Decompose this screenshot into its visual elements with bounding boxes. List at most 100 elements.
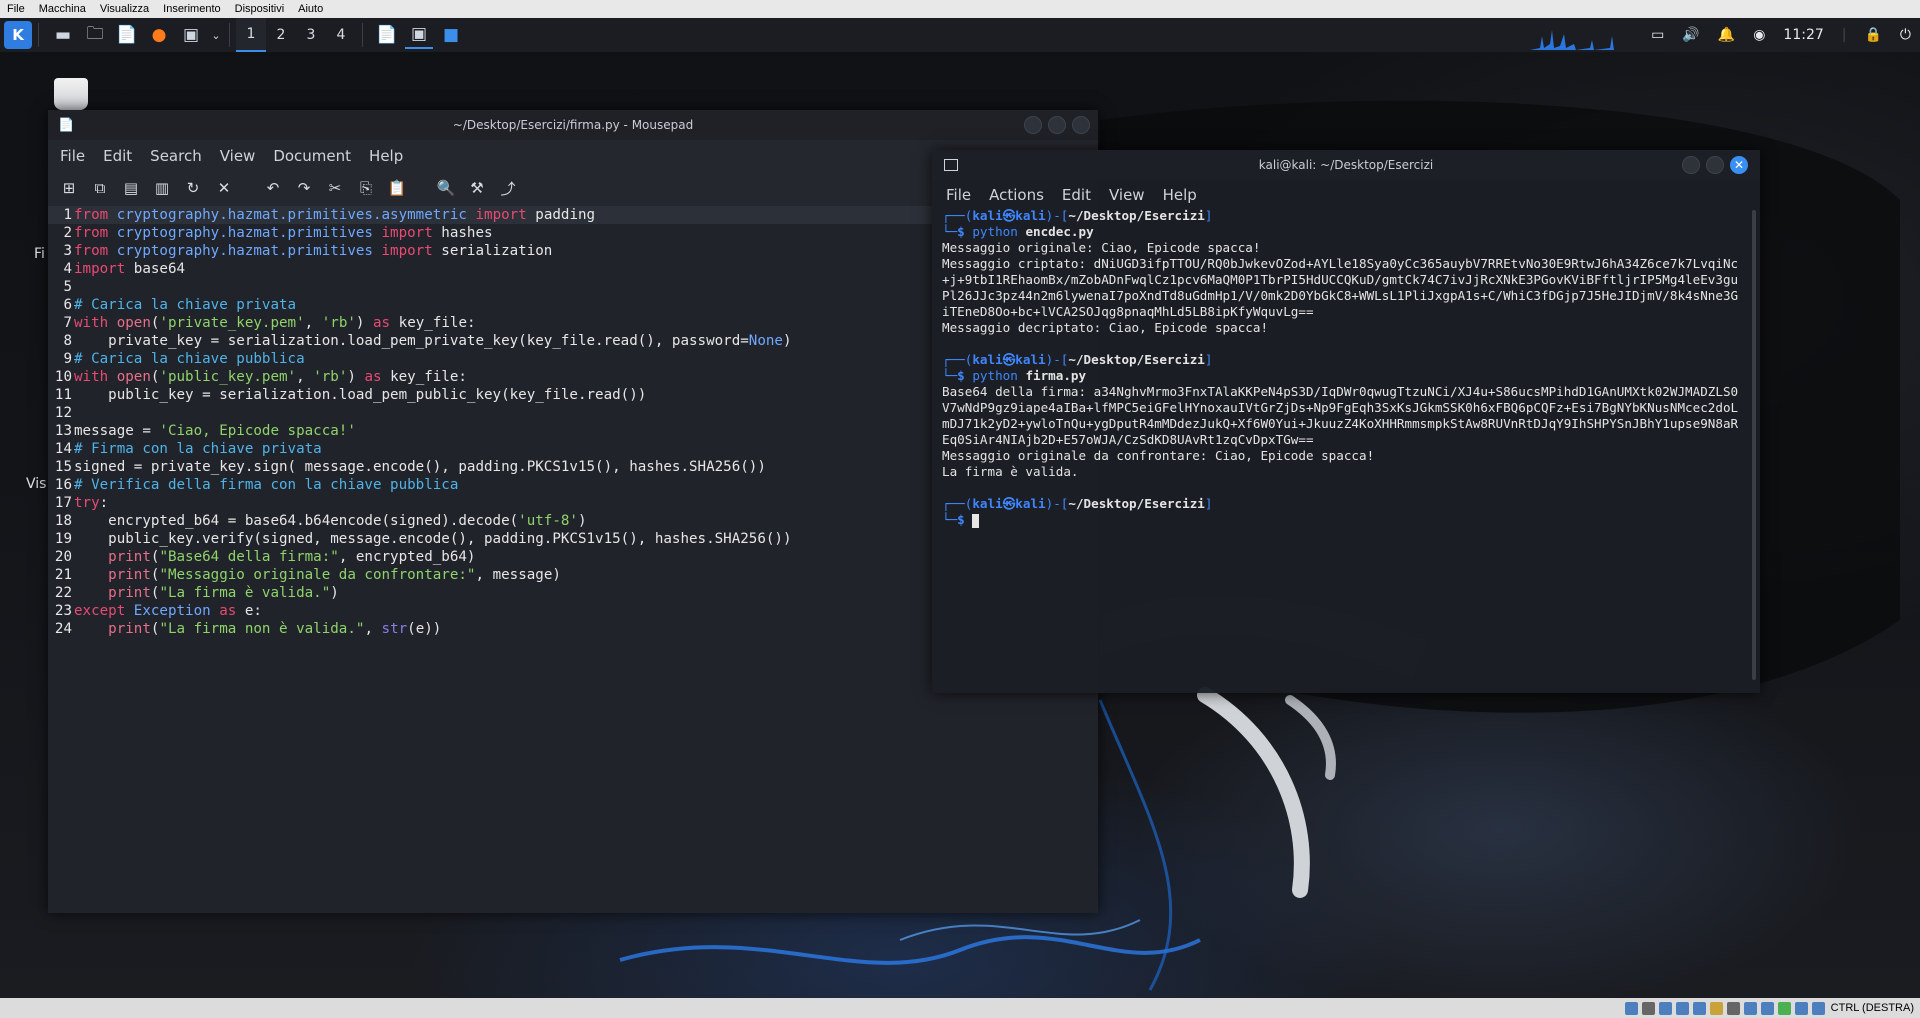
line-number: 13 <box>54 423 72 439</box>
paste-icon[interactable]: 📋 <box>386 177 408 199</box>
file-manager-icon[interactable]: 🗀 <box>81 21 109 49</box>
code-text: private_key = serialization.load_pem_pri… <box>74 333 792 349</box>
terminal-titlebar[interactable]: kali@kali: ~/Desktop/Esercizi ✕ <box>932 150 1760 180</box>
mouse-integration-icon[interactable] <box>1794 1001 1808 1015</box>
maximize-button[interactable] <box>1048 116 1066 134</box>
vbox-menu-visualizza[interactable]: Visualizza <box>93 0 156 18</box>
vbox-menu-inserimento[interactable]: Inserimento <box>156 0 227 18</box>
reload-icon[interactable]: ↻ <box>182 177 204 199</box>
command-line: └─$ <box>942 512 1744 528</box>
display-icon[interactable] <box>1726 1001 1740 1015</box>
text-editor-icon[interactable]: 📄 <box>113 21 141 49</box>
code-text: print("Messaggio originale da confrontar… <box>108 567 561 583</box>
hdd-icon[interactable] <box>1624 1001 1638 1015</box>
audio-icon[interactable] <box>1658 1001 1672 1015</box>
shared-folder-icon[interactable] <box>1709 1001 1723 1015</box>
minimize-button[interactable] <box>1682 156 1700 174</box>
terminal-output[interactable]: ┌──(kali㉿kali)-[~/Desktop/Esercizi] └─$ … <box>942 208 1744 528</box>
optical-drive-icon[interactable] <box>1641 1001 1655 1015</box>
code-text: public_key.verify(signed, message.encode… <box>74 531 792 547</box>
desktop-icon-label[interactable]: Vis <box>26 476 46 492</box>
kali-menu-button[interactable]: K <box>4 21 32 49</box>
menu-file[interactable]: File <box>60 147 85 165</box>
code-text: from cryptography.hazmat.primitives impo… <box>74 243 553 259</box>
keyboard-icon[interactable] <box>1811 1001 1825 1015</box>
lock-icon[interactable]: 🔒 <box>1864 27 1881 43</box>
menu-help[interactable]: Help <box>369 147 403 165</box>
line-number: 10 <box>54 369 72 385</box>
go-to-line-icon[interactable]: ⤴ <box>497 177 519 199</box>
menu-actions[interactable]: Actions <box>989 186 1044 204</box>
close-button[interactable]: ✕ <box>1730 156 1748 174</box>
terminal-window: kali@kali: ~/Desktop/Esercizi ✕ File Act… <box>932 150 1760 693</box>
save-icon[interactable]: ▤ <box>120 177 142 199</box>
vbox-menu-file[interactable]: File <box>0 0 32 18</box>
chevron-down-icon[interactable]: ⌄ <box>209 21 223 49</box>
code-text: # Carica la chiave privata <box>74 297 297 313</box>
undo-icon[interactable]: ↶ <box>262 177 284 199</box>
find-replace-icon[interactable]: ⚒ <box>466 177 488 199</box>
menu-edit[interactable]: Edit <box>1062 186 1091 204</box>
workspace-3[interactable]: 3 <box>296 18 326 52</box>
menu-view[interactable]: View <box>220 147 256 165</box>
new-document-icon[interactable]: ⊞ <box>58 177 80 199</box>
cut-icon[interactable]: ✂ <box>324 177 346 199</box>
menu-file[interactable]: File <box>946 186 971 204</box>
save-as-icon[interactable]: ▥ <box>151 177 173 199</box>
notification-bell-icon[interactable]: 🔔 <box>1718 27 1735 43</box>
workspace-4[interactable]: 4 <box>326 18 356 52</box>
volume-icon[interactable]: 🔊 <box>1682 27 1699 43</box>
output-line: Messaggio criptato: dNiUGD3ifpTTOU/RQ0bJ… <box>942 256 1739 319</box>
code-text: with open('public_key.pem', 'rb') as key… <box>74 369 467 385</box>
new-window-icon[interactable]: ⧉ <box>89 177 111 199</box>
menu-help[interactable]: Help <box>1163 186 1197 204</box>
desktop-icon-label[interactable]: Fi <box>34 246 45 262</box>
line-number: 18 <box>54 513 72 529</box>
vbox-menu-dispositivi[interactable]: Dispositivi <box>228 0 292 18</box>
copy-icon[interactable]: ⎘ <box>355 177 377 199</box>
workspace-2[interactable]: 2 <box>266 18 296 52</box>
panel-separator <box>229 23 230 47</box>
terminal-title: kali@kali: ~/Desktop/Esercizi <box>1258 158 1434 172</box>
command-line: └─$ python firma.py <box>942 368 1087 383</box>
menu-search[interactable]: Search <box>150 147 202 165</box>
network-icon[interactable] <box>1675 1001 1689 1015</box>
terminal-menubar: File Actions Edit View Help <box>932 180 1760 210</box>
usb-icon[interactable] <box>1692 1001 1706 1015</box>
power-icon[interactable]: ⏻ <box>1900 27 1911 43</box>
search-icon[interactable]: 🔍 <box>435 177 457 199</box>
line-number: 1 <box>63 207 72 223</box>
clock[interactable]: 11:27 <box>1783 27 1823 43</box>
vbox-menu-aiuto[interactable]: Aiuto <box>291 0 330 18</box>
show-desktop-icon[interactable]: ▬ <box>49 21 77 49</box>
menu-document[interactable]: Document <box>273 147 351 165</box>
close-document-icon[interactable]: ✕ <box>213 177 235 199</box>
workspace-1[interactable]: 1 <box>236 18 266 52</box>
code-text: from cryptography.hazmat.primitives.asym… <box>74 207 596 223</box>
taskbar-folder-icon[interactable]: ■ <box>437 21 465 49</box>
firefox-icon[interactable]: ● <box>145 21 173 49</box>
menu-view[interactable]: View <box>1109 186 1145 204</box>
line-number: 12 <box>54 405 72 421</box>
cpu-icon[interactable] <box>1760 1001 1774 1015</box>
menu-edit[interactable]: Edit <box>103 147 132 165</box>
vbox-menu-macchina[interactable]: Macchina <box>32 0 93 18</box>
mousepad-titlebar[interactable]: 📄 ~/Desktop/Esercizi/firma.py - Mousepad <box>48 110 1098 140</box>
code-text: except Exception as e: <box>74 603 262 619</box>
minimize-button[interactable] <box>1024 116 1042 134</box>
terminal-scrollbar[interactable] <box>1752 210 1756 680</box>
recording-icon[interactable] <box>1743 1001 1757 1015</box>
trash-icon[interactable] <box>54 78 88 110</box>
taskbar-mousepad-icon[interactable]: 📄 <box>373 21 401 49</box>
window-list-icon[interactable]: ▭ <box>1651 27 1664 43</box>
vt-icon[interactable] <box>1777 1001 1791 1015</box>
code-text: with open('private_key.pem', 'rb') as ke… <box>74 315 476 331</box>
terminal-launcher-icon[interactable]: ▣ <box>177 21 205 49</box>
update-icon[interactable]: ◉ <box>1753 27 1765 43</box>
maximize-button[interactable] <box>1706 156 1724 174</box>
taskbar-terminal-icon[interactable]: ▣ <box>405 21 433 49</box>
redo-icon[interactable]: ↷ <box>293 177 315 199</box>
close-button[interactable] <box>1072 116 1090 134</box>
kali-logo-icon: K <box>4 21 32 49</box>
code-text: signed = private_key.sign( message.encod… <box>74 459 766 475</box>
